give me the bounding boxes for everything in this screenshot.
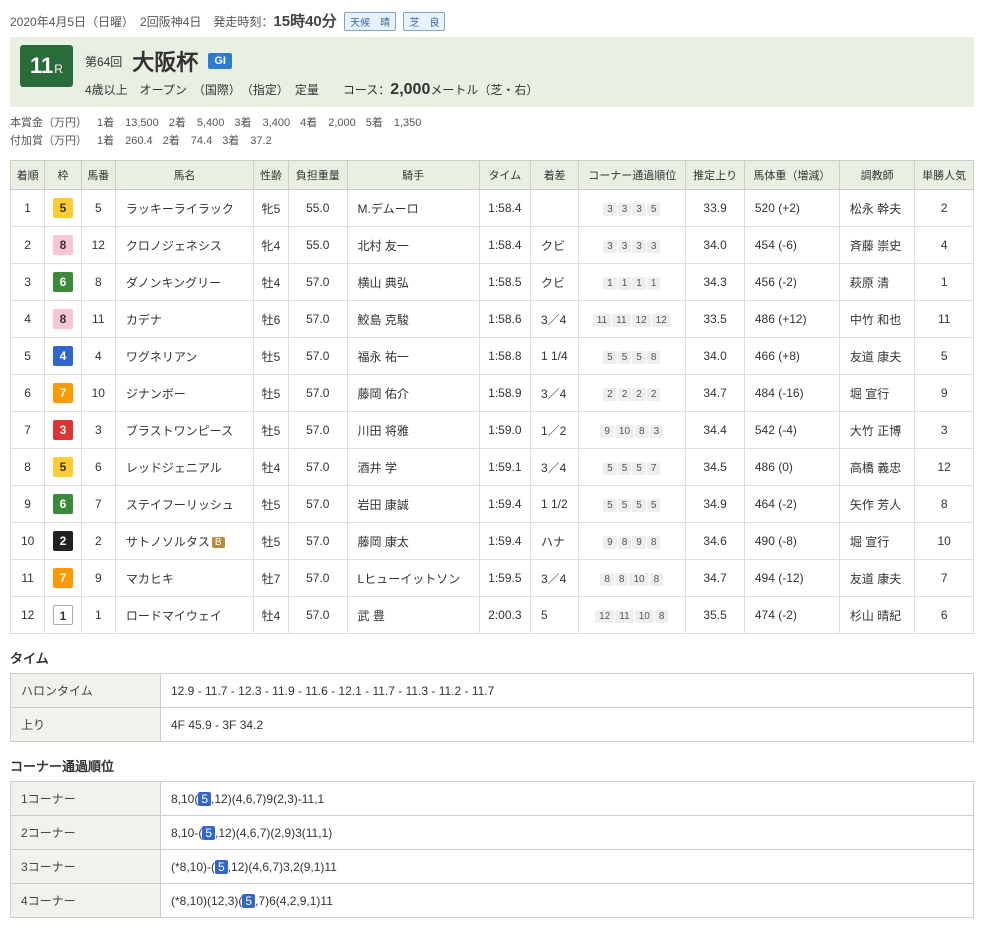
track-badge: 芝 良 (403, 12, 445, 31)
horse-name[interactable]: ブラストワンピース (115, 412, 253, 449)
result-row: 9 6 7 ステイフーリッシュ 牡5 57.0 岩田 康誠 1:59.4 1 1… (11, 486, 974, 523)
col-header: 馬番 (81, 161, 115, 190)
waku-badge: 8 (53, 309, 73, 329)
horse-name[interactable]: ジナンボー (115, 375, 253, 412)
result-row: 1 5 5 ラッキーライラック 牝5 55.0 M.デムーロ 1:58.4 33… (11, 190, 974, 227)
result-row: 2 8 12 クロノジェネシス 牝4 55.0 北村 友一 1:58.4 クビ … (11, 227, 974, 264)
race-name: 大阪杯 (132, 45, 198, 77)
result-row: 3 6 8 ダノンキングリー 牡4 57.0 横山 典弘 1:58.5 クビ 1… (11, 264, 974, 301)
col-header: 枠 (45, 161, 81, 190)
weather-badge: 天候 晴 (344, 12, 396, 31)
corner-section-title: コーナー通過順位 (10, 756, 974, 775)
col-header: コーナー通過順位 (579, 161, 686, 190)
col-header: 単勝人気 (915, 161, 974, 190)
col-header: 調教師 (839, 161, 914, 190)
horse-name[interactable]: ステイフーリッシュ (115, 486, 253, 523)
horse-name[interactable]: マカヒキ (115, 560, 253, 597)
race-header: 11R 第64回 大阪杯 GI 4歳以上 オープン （国際） （指定） 定量 コ… (10, 37, 974, 107)
waku-badge: 1 (53, 605, 73, 625)
corner-table: 1コーナー8,10(5,12)(4,6,7)9(2,3)-11,12コーナー8,… (10, 781, 974, 918)
time-table: ハロンタイム12.9 - 11.7 - 12.3 - 11.9 - 11.6 -… (10, 673, 974, 742)
waku-badge: 5 (53, 198, 73, 218)
result-row: 12 1 1 ロードマイウェイ 牡4 57.0 武 豊 2:00.3 5 121… (11, 597, 974, 634)
result-row: 8 5 6 レッドジェニアル 牡4 57.0 酒井 学 1:59.1 3／4 5… (11, 449, 974, 486)
result-row: 7 3 3 ブラストワンピース 牡5 57.0 川田 将雅 1:59.0 1／2… (11, 412, 974, 449)
waku-badge: 4 (53, 346, 73, 366)
col-header: 負担重量 (288, 161, 347, 190)
col-header: タイム (479, 161, 530, 190)
result-row: 5 4 4 ワグネリアン 牡5 57.0 福永 祐一 1:58.8 1 1/4 … (11, 338, 974, 375)
result-row: 10 2 2 サトノソルタスB 牡5 57.0 藤岡 康太 1:59.4 ハナ … (11, 523, 974, 560)
horse-name[interactable]: ワグネリアン (115, 338, 253, 375)
col-header: 着順 (11, 161, 45, 190)
col-header: 馬体重（増減） (744, 161, 839, 190)
waku-badge: 5 (53, 457, 73, 477)
race-date-line: 2020年4月5日（日曜） 2回阪神4日 発走時刻：15時40分 天候 晴 芝 … (10, 10, 974, 31)
horse-name[interactable]: クロノジェネシス (115, 227, 253, 264)
race-number: 11R (20, 45, 73, 87)
col-header: 馬名 (115, 161, 253, 190)
race-conditions: 4歳以上 オープン （国際） （指定） 定量 コース：2,000メートル（芝・右… (85, 81, 538, 99)
result-row: 6 7 10 ジナンボー 牡5 57.0 藤岡 佑介 1:58.9 3／4 22… (11, 375, 974, 412)
col-header: 性齢 (253, 161, 288, 190)
waku-badge: 3 (53, 420, 73, 440)
horse-name[interactable]: カデナ (115, 301, 253, 338)
horse-name[interactable]: ロードマイウェイ (115, 597, 253, 634)
col-header: 騎手 (347, 161, 479, 190)
result-row: 4 8 11 カデナ 牡6 57.0 鮫島 克駿 1:58.6 3／4 1111… (11, 301, 974, 338)
prize-block: 本賞金（万円）1着 13,5002着 5,4003着 3,4004着 2,000… (10, 115, 974, 150)
horse-name[interactable]: ダノンキングリー (115, 264, 253, 301)
waku-badge: 6 (53, 494, 73, 514)
time-section-title: タイム (10, 648, 974, 667)
grade-badge: GI (208, 53, 232, 69)
race-edition: 第64回 (85, 53, 122, 70)
waku-badge: 8 (53, 235, 73, 255)
results-table: 着順枠馬番馬名性齢負担重量騎手タイム着差コーナー通過順位推定上り馬体重（増減）調… (10, 160, 974, 634)
col-header: 着差 (530, 161, 578, 190)
col-header: 推定上り (686, 161, 745, 190)
waku-badge: 7 (53, 568, 73, 588)
horse-name[interactable]: レッドジェニアル (115, 449, 253, 486)
horse-name[interactable]: サトノソルタスB (115, 523, 253, 560)
horse-name[interactable]: ラッキーライラック (115, 190, 253, 227)
waku-badge: 2 (53, 531, 73, 551)
waku-badge: 7 (53, 383, 73, 403)
waku-badge: 6 (53, 272, 73, 292)
result-row: 11 7 9 マカヒキ 牡7 57.0 Lヒューイットソン 1:59.5 3／4… (11, 560, 974, 597)
